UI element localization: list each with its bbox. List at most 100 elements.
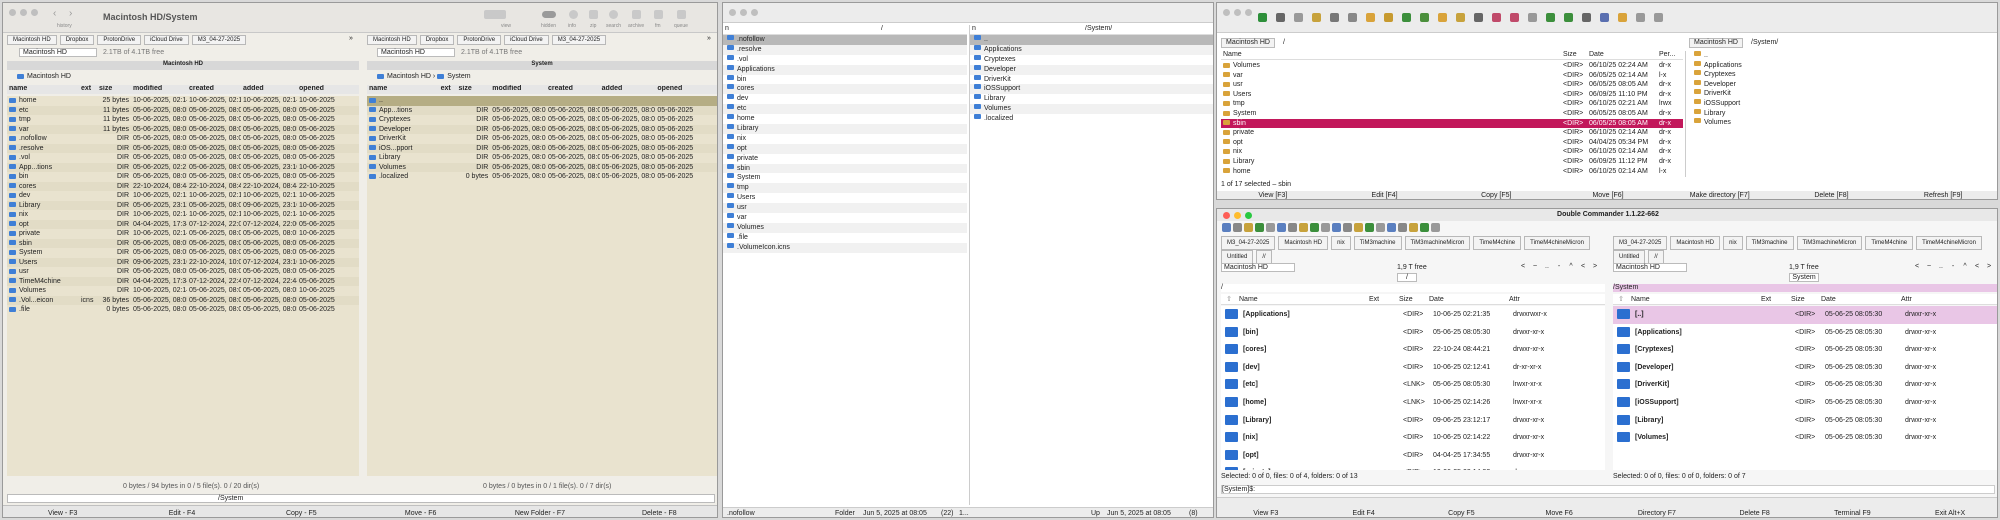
file-row[interactable]: .. (367, 96, 717, 106)
tab-item[interactable]: Dropbox (59, 35, 95, 45)
function-key[interactable]: View - F3 (3, 506, 122, 517)
file-row[interactable]: DriverKit DIR 05-06-2025, 08:05 05-06-2025,… (367, 134, 717, 144)
file-row[interactable]: .localized 0 bytes 05-06-2025, 08:05 05-06-… (367, 172, 717, 182)
nav-button[interactable]: < (1517, 263, 1529, 272)
toolbar-button-icon[interactable] (1233, 223, 1242, 232)
list-item[interactable]: Developer (970, 64, 1213, 75)
toolbar-button-icon[interactable] (1528, 13, 1537, 22)
list-item[interactable]: .localized (970, 114, 1213, 124)
toolbar-button-icon[interactable] (1222, 223, 1231, 232)
info-icon[interactable] (569, 10, 578, 19)
action-button[interactable]: View [F3] (1217, 191, 1329, 199)
file-row[interactable]: dev DIR 10-06-2025, 02:12 10-06-2025, 02:12… (7, 191, 359, 201)
file-row[interactable]: [cores] <DIR> 22-10-24 08:44:21 drwxr-xr-x (1221, 341, 1605, 359)
file-row[interactable]: private DIR 10-06-2025, 02:14 05-06-2025, 0… (7, 229, 359, 239)
column-header[interactable]: Per... (1657, 51, 1683, 59)
list-item[interactable]: Applications (723, 64, 967, 75)
toolbar-button-icon[interactable] (1618, 13, 1627, 22)
list-item[interactable]: .file (723, 232, 967, 243)
column-header-ext[interactable]: ext (79, 85, 97, 94)
file-row[interactable]: [Applications] <DIR> 10-06-25 02:21:35 drwx… (1221, 306, 1605, 324)
list-item[interactable]: Developer (1686, 79, 1997, 90)
file-row[interactable]: var <DIR> 06/05/25 02:14 AM l-x (1221, 71, 1683, 81)
tab-item[interactable]: // (1648, 250, 1664, 264)
file-row[interactable]: Volumes DIR 05-06-2025, 08:05 05-06-2025, 0… (367, 162, 717, 172)
list-item[interactable]: home (723, 114, 967, 124)
breadcrumb-right-item-2[interactable]: System (447, 73, 470, 80)
up-arrow-icon[interactable]: ⇧ (1221, 294, 1237, 304)
path-field[interactable]: /System (7, 494, 715, 503)
toolbar-button-icon[interactable] (1288, 223, 1297, 232)
list-item[interactable]: Volumes (1686, 118, 1997, 128)
file-row[interactable]: Users DIR 09-06-2025, 23:10 22-10-2024, 10:… (7, 257, 359, 267)
file-row[interactable]: [home] <LNK> 10-06-25 02:14:26 lrwxr-xr-x (1221, 394, 1605, 412)
file-row[interactable]: tmp 11 bytes 05-06-2025, 08:05 05-06-2025, … (7, 115, 359, 125)
action-button[interactable]: Copy [F5] (1440, 191, 1552, 199)
close-button[interactable] (1223, 212, 1230, 219)
drive-box-d-right[interactable]: Macintosh HD (1613, 263, 1687, 272)
drive-tab-c-right[interactable]: Macintosh HD (1689, 38, 1743, 48)
list-item[interactable]: .VolumeIcon.icns (723, 242, 967, 253)
column-header[interactable]: Name (1221, 51, 1561, 59)
toolbar-button-icon[interactable] (1321, 223, 1330, 232)
tab-item[interactable]: TimeM4chine (1865, 236, 1914, 250)
list-item[interactable]: Cryptexes (970, 54, 1213, 65)
nav-button[interactable]: ^ (1959, 263, 1971, 272)
function-key[interactable]: Edit F4 (1315, 498, 1413, 517)
toolbar-button-icon[interactable] (1330, 13, 1339, 22)
column-header[interactable]: Ext (1759, 294, 1789, 304)
tab-item[interactable]: iCloud Drive (504, 35, 549, 45)
column-header[interactable]: Attr (1507, 294, 1587, 304)
list-item[interactable]: usr (723, 203, 967, 214)
file-row[interactable]: Library <DIR> 06/09/25 11:12 PM dr-x (1221, 157, 1683, 167)
file-row[interactable]: [..] <DIR> 05-06-25 08:05:30 drwxr-xr-x (1613, 306, 1997, 324)
file-row[interactable]: Volumes <DIR> 06/10/25 02:24 AM dr-x (1221, 61, 1683, 71)
column-header-created[interactable]: created (187, 85, 241, 94)
file-row[interactable]: sbin <DIR> 06/05/25 08:05 AM dr-x (1221, 118, 1683, 129)
file-row[interactable]: [Library] <DIR> 05-06-25 08:05:30 drwxr-xr-… (1613, 412, 1997, 430)
toolbar-button-icon[interactable] (1266, 223, 1275, 232)
tab-item[interactable]: TimeM4chine (1473, 236, 1522, 250)
file-row[interactable]: [DriverKit] <DIR> 05-06-25 08:05:30 drwxr-x… (1613, 376, 1997, 394)
list-item[interactable]: .vol (723, 54, 967, 65)
list-item[interactable]: .. (1686, 51, 1997, 61)
file-row[interactable]: System DIR 05-06-2025, 08:05 05-06-2025, 08… (7, 248, 359, 258)
list-item[interactable]: bin (723, 74, 967, 85)
file-row[interactable]: [iOSSupport] <DIR> 05-06-25 08:05:30 drwxr-… (1613, 394, 1997, 412)
list-item[interactable]: Library (1686, 108, 1997, 119)
list-item[interactable]: Applications (1686, 60, 1997, 71)
list-item[interactable]: Applications (970, 44, 1213, 55)
minimize-button[interactable] (1234, 212, 1241, 219)
action-button[interactable]: Edit [F4] (1329, 191, 1441, 199)
function-key[interactable]: Delete F8 (1706, 498, 1804, 517)
file-row[interactable]: .Vol...eicon icns 36 bytes 05-06-2025, 08:0… (7, 295, 359, 305)
column-header-added[interactable]: added (600, 85, 656, 94)
tab-item[interactable]: Dropbox (419, 35, 455, 45)
toolbar-button-icon[interactable] (1546, 13, 1555, 22)
drive-tab-c[interactable]: Macintosh HD (1221, 38, 1275, 48)
file-row[interactable]: [Cryptexes] <DIR> 05-06-25 08:05:30 drwxr-x… (1613, 341, 1997, 359)
column-header-opened[interactable]: opened (655, 85, 717, 94)
queue-icon[interactable] (677, 10, 686, 19)
column-header[interactable]: Date (1819, 294, 1899, 304)
file-row[interactable]: [nix] <DIR> 10-06-25 02:14:22 drwxr-xr-x (1221, 429, 1605, 447)
toolbar-button-icon[interactable] (1474, 13, 1483, 22)
toolbar-button-icon[interactable] (1420, 13, 1429, 22)
file-row[interactable]: opt DIR 04-04-2025, 17:34 07-12-2024, 22:00… (7, 219, 359, 229)
column-header-modified[interactable]: modified (131, 85, 187, 94)
tab-item[interactable]: ProtonDrive (97, 35, 142, 45)
column-header-size[interactable]: size (97, 85, 131, 94)
toolbar-button-icon[interactable] (1255, 223, 1264, 232)
toolbar-button-icon[interactable] (1636, 13, 1645, 22)
toolbar-button-icon[interactable] (1258, 13, 1267, 22)
nav-button[interactable]: - (1553, 263, 1565, 272)
file-row[interactable]: [dev] <DIR> 10-06-25 02:12:41 dr-xr-xr-x (1221, 359, 1605, 377)
list-item[interactable]: DriverKit (1686, 89, 1997, 99)
file-row[interactable]: Developer DIR 05-06-2025, 08:05 05-06-2025,… (367, 124, 717, 134)
list-item[interactable]: .resolve (723, 44, 967, 55)
file-row[interactable]: TimeM4chine DIR 04-04-2025, 17:34 07-12-202… (7, 276, 359, 286)
file-row[interactable]: nix DIR 10-06-2025, 02:14 10-06-2025, 02:14… (7, 210, 359, 220)
drive-select-right[interactable]: Macintosh HD (377, 48, 455, 57)
list-item[interactable]: iOSSupport (1686, 98, 1997, 109)
toolbar-button-icon[interactable] (1343, 223, 1352, 232)
